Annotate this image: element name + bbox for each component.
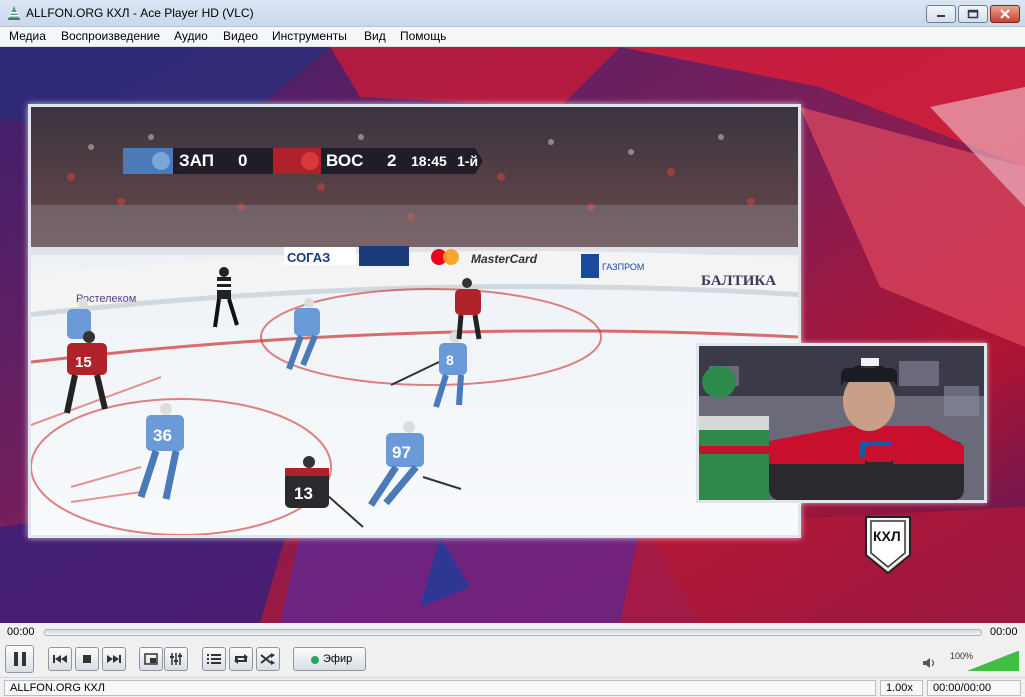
playlist-button[interactable]: [202, 647, 226, 671]
game-video-frame: СОГАЗ MasterCard ГАЗПРОМ БАЛТИКА Ростеле…: [28, 104, 801, 538]
menu-view[interactable]: Вид: [364, 29, 386, 43]
pause-button[interactable]: [5, 645, 34, 673]
status-time[interactable]: 00:00/00:00: [927, 680, 1021, 696]
board-mastercard: MasterCard: [471, 252, 538, 266]
elapsed-time: 00:00: [7, 626, 35, 638]
board-gazprom: ГАЗПРОМ: [602, 262, 644, 272]
minimize-icon: [937, 15, 945, 17]
live-button[interactable]: Эфир: [293, 647, 366, 671]
shuffle-button[interactable]: [256, 647, 280, 671]
stop-icon: [83, 655, 91, 663]
speaker-icon[interactable]: [922, 657, 936, 669]
live-indicator-icon: [311, 656, 319, 664]
shuffle-icon: [260, 653, 275, 665]
interview-pip-frame: [696, 343, 987, 503]
jersey-number: 97: [392, 443, 411, 462]
away-team: ВОС: [326, 151, 364, 170]
stop-button[interactable]: [75, 647, 99, 671]
seek-row: 00:00 00:00: [0, 623, 1025, 643]
playlist-icon: [207, 654, 221, 664]
khl-logo: КХЛ: [865, 516, 911, 575]
previous-icon: [53, 655, 67, 663]
jersey-number: 36: [153, 426, 172, 445]
game-clock: 18:45: [411, 153, 447, 169]
menu-media[interactable]: Медиа: [9, 29, 46, 43]
player-window: ALLFON.ORG КХЛ - Ace Player HD (VLC) Мед…: [0, 0, 1025, 697]
scoreboard-overlay: ЗАП 0 ВОС 2 18:45 1-й: [123, 148, 483, 174]
seek-slider[interactable]: [44, 629, 982, 636]
loop-button[interactable]: [229, 647, 253, 671]
close-button[interactable]: [990, 5, 1020, 23]
equalizer-button[interactable]: [164, 647, 188, 671]
player-interview-scene: [699, 346, 984, 500]
board-baltika: БАЛТИКА: [701, 273, 776, 289]
pause-icon: [13, 652, 26, 666]
total-time: 00:00: [990, 626, 1018, 638]
menu-audio[interactable]: Аудио: [174, 29, 208, 43]
jersey-number: 13: [294, 484, 313, 503]
close-icon: [1000, 9, 1010, 19]
volume-slider[interactable]: [968, 651, 1019, 671]
home-score: 0: [238, 151, 248, 170]
next-icon: [107, 655, 121, 663]
board-sogaz: СОГАЗ: [287, 250, 330, 265]
maximize-button[interactable]: [958, 5, 988, 23]
video-area[interactable]: СОГАЗ MasterCard ГАЗПРОМ БАЛТИКА Ростеле…: [0, 47, 1025, 623]
status-title: ALLFON.ORG КХЛ: [4, 680, 876, 696]
status-bar: ALLFON.ORG КХЛ 1.00x 00:00/00:00: [0, 677, 1025, 697]
menu-playback[interactable]: Воспроизведение: [61, 29, 160, 43]
menu-tools[interactable]: Инструменты: [272, 29, 347, 43]
loop-icon: [234, 654, 248, 664]
home-team: ЗАП: [179, 151, 214, 170]
window-title: ALLFON.ORG КХЛ - Ace Player HD (VLC): [26, 6, 254, 20]
fullscreen-button[interactable]: [139, 647, 163, 671]
title-bar[interactable]: ALLFON.ORG КХЛ - Ace Player HD (VLC): [0, 0, 1025, 27]
away-score: 2: [387, 151, 397, 170]
menu-help[interactable]: Помощь: [400, 29, 446, 43]
menu-bar: Медиа Воспроизведение Аудио Видео Инстру…: [0, 27, 1025, 47]
fullscreen-icon: [144, 653, 158, 665]
playback-rate[interactable]: 1.00x: [880, 680, 923, 696]
previous-button[interactable]: [48, 647, 72, 671]
jersey-number: 15: [75, 354, 92, 371]
menu-video[interactable]: Видео: [223, 29, 258, 43]
game-period: 1-й: [457, 153, 479, 169]
minimize-button[interactable]: [926, 5, 956, 23]
next-button[interactable]: [102, 647, 126, 671]
playback-controls: Эфир 100%: [0, 643, 1025, 677]
equalizer-icon: [170, 653, 182, 665]
live-label: Эфир: [323, 653, 353, 665]
maximize-icon: [967, 9, 979, 19]
vlc-cone-icon: [8, 6, 20, 20]
jersey-number: 8: [446, 352, 454, 368]
khl-logo-text: КХЛ: [873, 528, 901, 544]
